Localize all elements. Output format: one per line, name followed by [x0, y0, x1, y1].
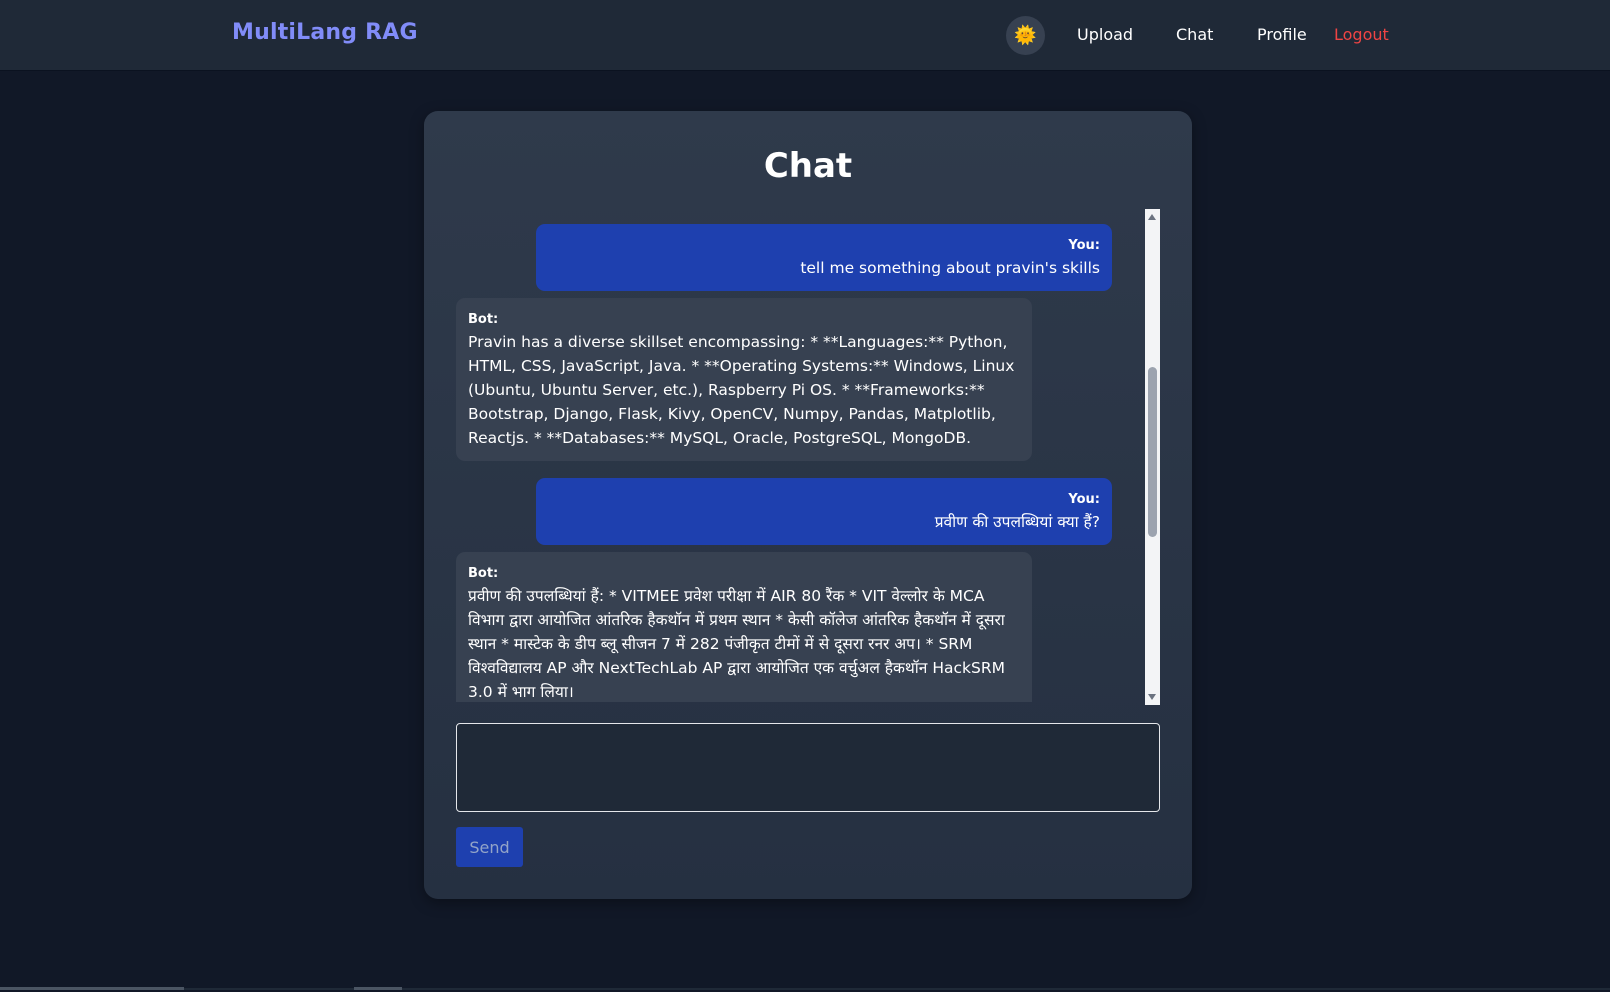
user-message: You: tell me something about pravin's sk… [536, 224, 1112, 291]
top-navbar: MultiLang RAG 🌞 Upload Chat Profile Logo… [0, 0, 1610, 71]
nav-chat-link[interactable]: Chat [1176, 25, 1213, 44]
bot-message: Bot: Pravin has a diverse skillset encom… [456, 298, 1032, 461]
message-text: Pravin has a diverse skillset encompassi… [468, 333, 1015, 447]
message-text: प्रवीण की उपलब्धियां क्या हैं? [934, 513, 1100, 531]
scroll-thumb[interactable] [1148, 367, 1157, 537]
scroll-down-arrow-icon[interactable] [1148, 694, 1156, 700]
message-sender: You: [1068, 238, 1100, 253]
page-title: Chat [763, 146, 853, 186]
theme-toggle-button[interactable]: 🌞 [1006, 16, 1045, 55]
message-text: प्रवीण की उपलब्धियां हैं: * VITMEE प्रवे… [468, 587, 1005, 701]
bottom-divider [0, 988, 1610, 990]
bottom-segment [354, 987, 402, 990]
message-input[interactable] [456, 723, 1160, 812]
nav-profile-link[interactable]: Profile [1257, 25, 1307, 44]
message-sender: You: [1068, 492, 1100, 507]
chat-card: Chat You: tell me something about pravin… [424, 111, 1192, 899]
message-text: tell me something about pravin's skills [800, 259, 1100, 277]
nav-upload-link[interactable]: Upload [1077, 25, 1133, 44]
user-message: You: प्रवीण की उपलब्धियां क्या हैं? [536, 478, 1112, 545]
scroll-up-arrow-icon[interactable] [1148, 214, 1156, 220]
message-sender: Bot: [468, 566, 499, 581]
bot-message: Bot: प्रवीण की उपलब्धियां हैं: * VITMEE … [456, 552, 1032, 702]
sun-icon: 🌞 [1014, 25, 1037, 46]
message-sender: Bot: [468, 312, 499, 327]
chat-scrollbar[interactable] [1145, 209, 1160, 705]
bottom-segment [0, 987, 184, 990]
send-button[interactable]: Send [456, 827, 523, 867]
brand-logo[interactable]: MultiLang RAG [232, 20, 418, 45]
nav-logout-link[interactable]: Logout [1334, 25, 1389, 44]
chat-log[interactable]: You: tell me something about pravin's sk… [456, 208, 1160, 702]
